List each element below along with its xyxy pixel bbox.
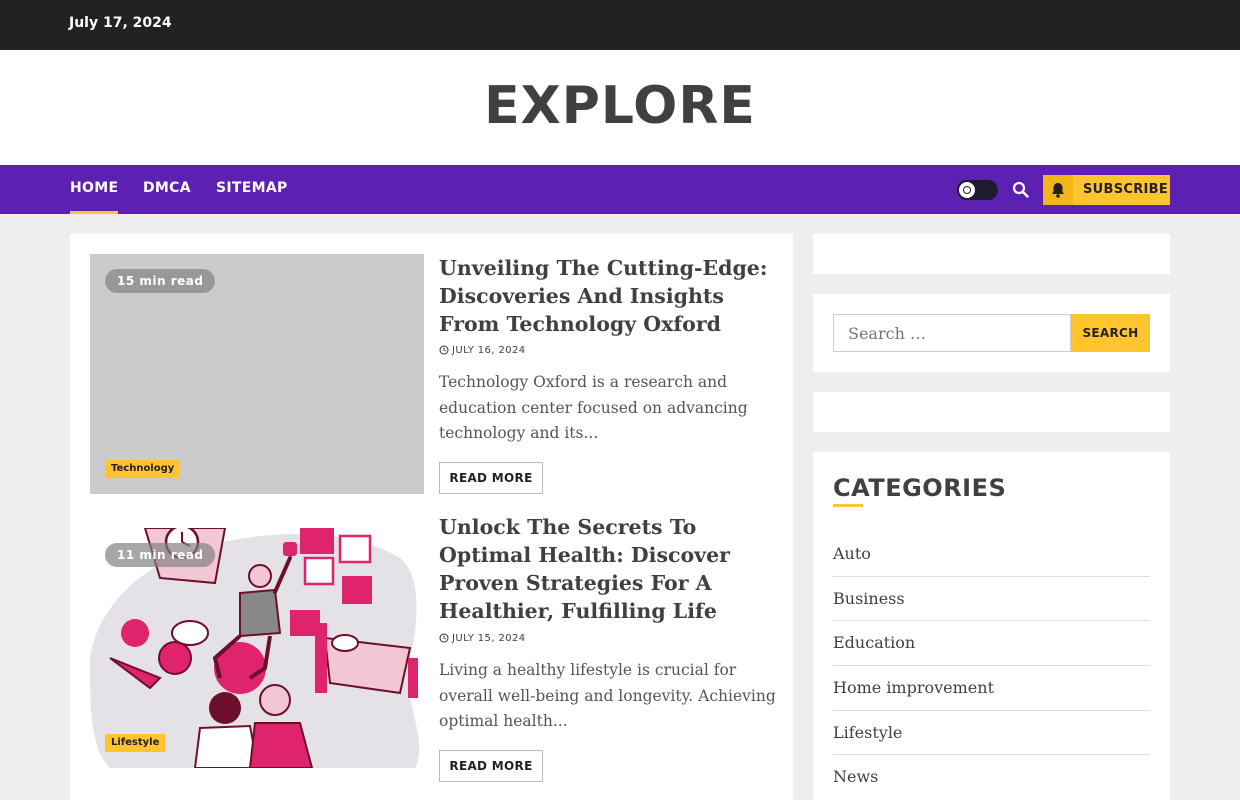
read-more-button[interactable]: READ MORE (439, 462, 543, 494)
search-input[interactable] (833, 314, 1071, 352)
post-excerpt: Living a healthy lifestyle is crucial fo… (439, 661, 776, 730)
search-icon[interactable] (1012, 181, 1029, 198)
heading-underline (833, 504, 863, 507)
nav-item-home[interactable]: HOME (70, 165, 119, 214)
categories-list: Auto Business Education Home improvement… (833, 532, 1150, 800)
read-time-badge: 15 min read (105, 269, 216, 293)
bell-icon (1052, 183, 1064, 198)
read-time-badge: 11 min read (105, 543, 216, 567)
post-item: 15 min read Technology Unveiling The Cut… (90, 254, 780, 504)
clock-icon (439, 345, 449, 355)
category-link-auto[interactable]: Auto (833, 532, 1150, 577)
nav-item-sitemap[interactable]: SITEMAP (216, 165, 288, 214)
categories-heading: CATEGORIES (833, 474, 1007, 502)
current-date: July 17, 2024 (69, 15, 172, 31)
post-thumbnail[interactable]: 15 min read Technology (90, 254, 424, 494)
light-dark-toggle-icon[interactable] (957, 180, 998, 200)
sidebar-widget-empty (813, 234, 1170, 274)
site-title[interactable]: EXPLORE (0, 74, 1240, 138)
post-date-text: JULY 15, 2024 (452, 633, 526, 644)
category-badge[interactable]: Lifestyle (105, 734, 166, 752)
category-link-lifestyle[interactable]: Lifestyle (833, 711, 1150, 756)
search-button[interactable]: SEARCH (1071, 314, 1150, 352)
post-date: JULY 15, 2024 (439, 632, 526, 646)
post-title[interactable]: Unveiling The Cutting-Edge: Discoveries … (439, 254, 779, 338)
post-item: 11 min read Lifestyle Unlock The Secrets… (90, 513, 780, 783)
category-link-business[interactable]: Business (833, 577, 1150, 622)
subscribe-button[interactable]: SUBSCRIBE (1043, 175, 1170, 205)
toggle-knob (959, 182, 975, 198)
nav-item-dmca[interactable]: DMCA (143, 165, 191, 214)
category-badge[interactable]: Technology (105, 460, 181, 478)
post-title[interactable]: Unlock The Secrets To Optimal Health: Di… (439, 513, 779, 625)
clock-icon (439, 633, 449, 643)
category-link-news[interactable]: News (833, 755, 1150, 800)
categories-widget: CATEGORIES Auto Business Education Home … (813, 452, 1170, 800)
bell-icon-box (1043, 175, 1073, 205)
search-widget: SEARCH (813, 294, 1170, 372)
subscribe-label: SUBSCRIBE (1083, 182, 1169, 197)
post-excerpt: Technology Oxford is a research and educ… (439, 373, 748, 442)
read-more-button[interactable]: READ MORE (439, 750, 543, 782)
post-date: JULY 16, 2024 (439, 344, 526, 358)
category-link-education[interactable]: Education (833, 621, 1150, 667)
post-thumbnail[interactable]: 11 min read Lifestyle (90, 528, 424, 768)
top-bar: July 17, 2024 (0, 0, 1240, 50)
category-link-home-improvement[interactable]: Home improvement (833, 666, 1150, 711)
main-navigation: HOME DMCA SITEMAP SUBSCRIBE (0, 165, 1240, 214)
post-date-text: JULY 16, 2024 (452, 345, 526, 356)
masthead: EXPLORE (0, 50, 1240, 165)
sidebar-widget-empty (813, 392, 1170, 432)
